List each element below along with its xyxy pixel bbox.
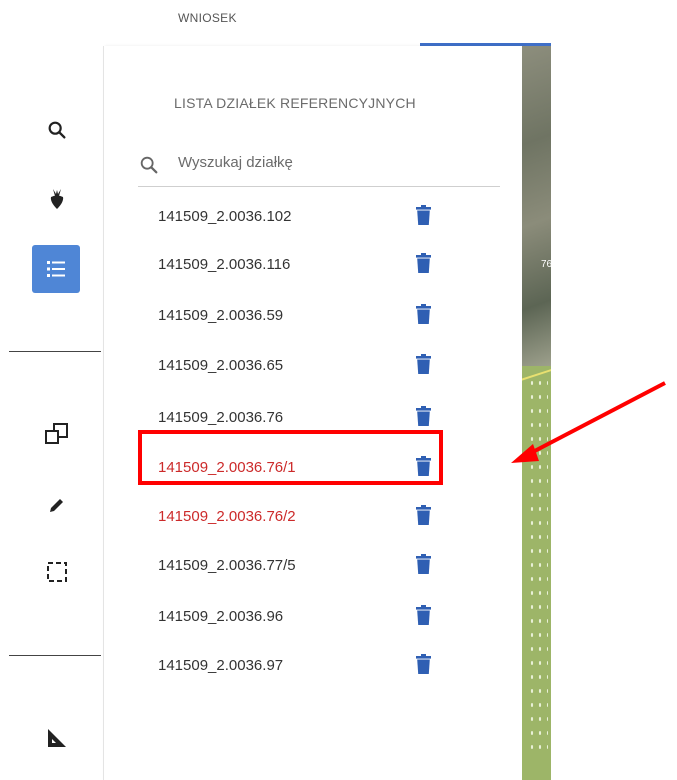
parcel-id[interactable]: 141509_2.0036.65 [158,357,283,374]
parcel-id[interactable]: 141509_2.0036.76 [158,409,283,426]
toolbar-divider [9,655,101,656]
delete-parcel-button[interactable] [416,253,431,278]
trash-icon [416,354,431,374]
measure-tool-button[interactable] [34,715,80,761]
pencil-icon [50,499,63,512]
select-tool-button[interactable] [34,549,80,595]
trash-icon [416,253,431,273]
delete-parcel-button[interactable] [416,505,431,530]
parcel-row[interactable]: 141509_2.0036.76/2 [158,503,448,533]
panel-title: LISTA DZIAŁEK REFERENCYJNYCH [174,95,416,111]
toolbar-divider [9,351,101,352]
parcel-id[interactable]: 141509_2.0036.97 [158,657,283,674]
crop-tool-button[interactable] [34,176,80,222]
parcel-id[interactable]: 141509_2.0036.77/5 [158,557,296,574]
top-tab-bar: WNIOSEK [0,0,551,46]
trash-icon [416,205,431,225]
parcel-row[interactable]: 141509_2.0036.65 [158,352,448,382]
copy-tool-button[interactable] [34,411,80,457]
trash-icon [416,554,431,574]
search-tool-button[interactable] [34,107,80,153]
left-toolbar [0,46,103,780]
parcel-id[interactable]: 141509_2.0036.96 [158,608,283,625]
delete-parcel-button[interactable] [416,406,431,431]
delete-parcel-button[interactable] [416,354,431,379]
trash-icon [416,605,431,625]
delete-parcel-button[interactable] [416,304,431,329]
ruler-triangle-icon [48,729,66,747]
search-icon [140,156,158,174]
parcel-row[interactable]: 141509_2.0036.77/5 [158,552,448,582]
trash-icon [416,505,431,525]
delete-parcel-button[interactable] [416,554,431,579]
tab-wniosek[interactable]: WNIOSEK [178,11,237,25]
copy-icon [45,423,68,444]
trash-icon [416,304,431,324]
parcel-id[interactable]: 141509_2.0036.76/2 [158,508,296,525]
parcel-row[interactable]: 141509_2.0036.102 [158,203,448,233]
parcel-row[interactable]: 141509_2.0036.116 [158,251,448,281]
delete-parcel-button[interactable] [416,654,431,679]
beet-icon [50,189,64,209]
parcel-id[interactable]: 141509_2.0036.59 [158,307,283,324]
delete-parcel-button[interactable] [416,205,431,230]
map-parcel-label: 76 [541,259,551,270]
search-input[interactable] [176,153,480,172]
parcel-row[interactable]: 141509_2.0036.96 [158,603,448,633]
delete-parcel-button[interactable] [416,605,431,630]
parcel-id[interactable]: 141509_2.0036.102 [158,208,291,225]
search-icon [48,121,66,139]
trash-icon [416,406,431,426]
parcel-id[interactable]: 141509_2.0036.116 [158,256,290,273]
annotation-arrow [511,381,666,463]
edit-tool-button[interactable] [34,482,80,528]
parcel-search [138,148,500,187]
highlight-box [138,430,443,485]
parcel-list-panel: LISTA DZIAŁEK REFERENCYJNYCH 141509_2.00… [103,46,523,780]
list-icon [47,261,65,277]
select-rect-icon [47,562,67,582]
parcel-row[interactable]: 141509_2.0036.59 [158,302,448,332]
list-tool-button[interactable] [32,245,80,293]
trash-icon [416,654,431,674]
parcel-row[interactable]: 141509_2.0036.97 [158,652,448,682]
